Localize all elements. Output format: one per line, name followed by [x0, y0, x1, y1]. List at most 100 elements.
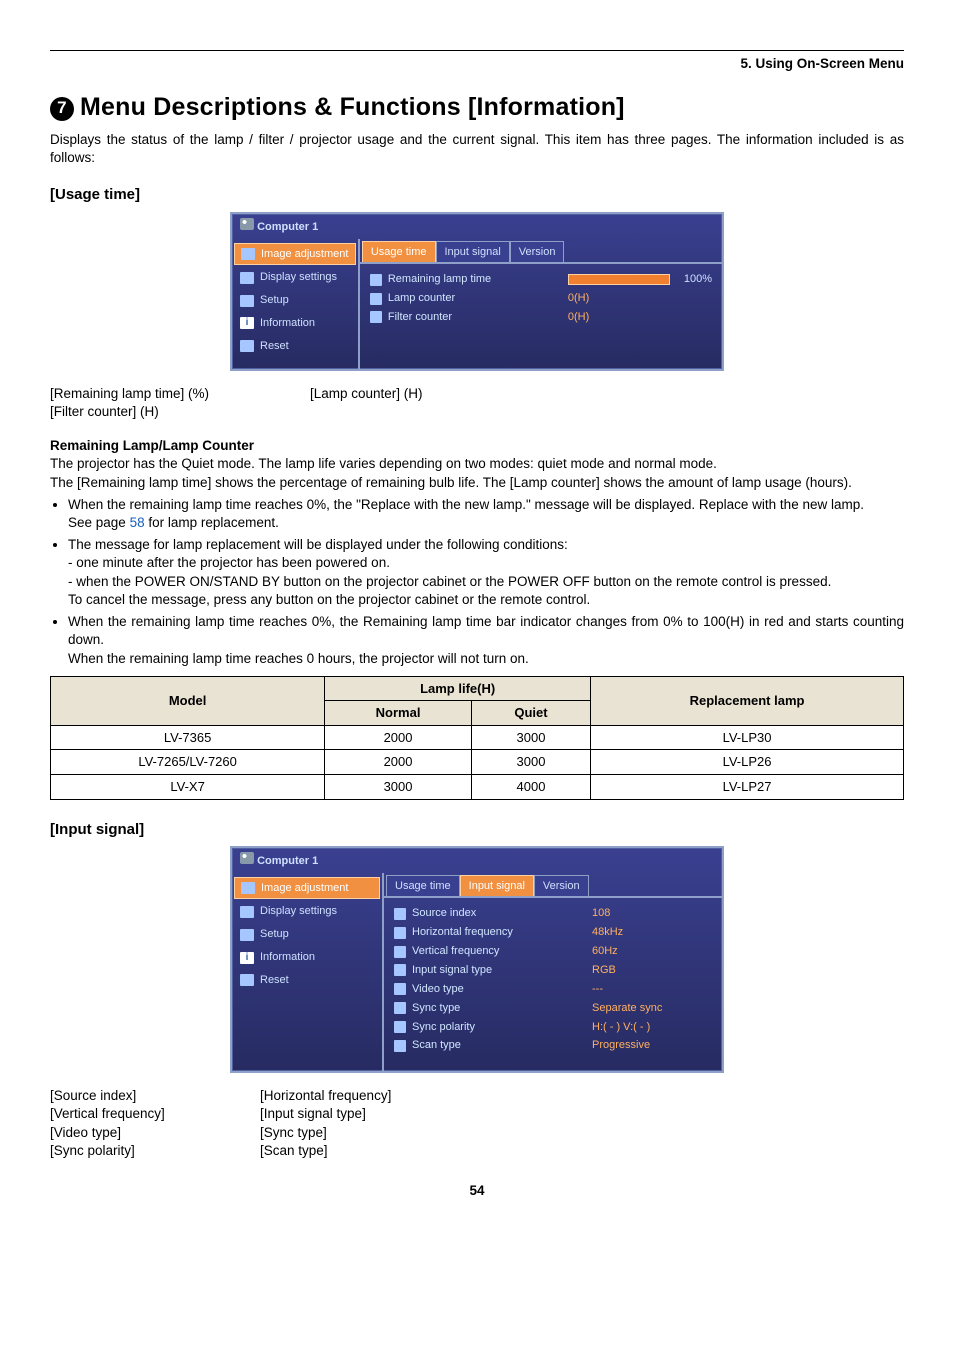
sidebar-item-setup[interactable]: Setup [234, 924, 380, 945]
p1: The projector has the Quiet mode. The la… [50, 455, 904, 473]
lbl-scantype: [Scan type] [260, 1142, 391, 1160]
lbl-videotype: [Video type] [50, 1124, 260, 1142]
gear-icon [240, 929, 254, 941]
label-filter-counter: [Filter counter] (H) [50, 403, 310, 421]
page-number: 54 [50, 1182, 904, 1200]
tab-input-signal[interactable]: Input signal [436, 241, 510, 263]
lamp-table: Model Lamp life(H) Replacement lamp Norm… [50, 676, 904, 800]
table-row: LV-7365 2000 3000 LV-LP30 [51, 725, 904, 750]
label-lamp-counter: [Lamp counter] (H) [310, 385, 423, 403]
filter-icon [370, 311, 382, 323]
row-synctype: Sync typeSeparate sync [394, 999, 712, 1018]
th-repl: Replacement lamp [591, 676, 904, 725]
row-hfreq: Horizontal frequency48kHz [394, 923, 712, 942]
lamp-time-pct: 100% [684, 272, 712, 287]
osd-title-2: Computer 1 [257, 855, 318, 867]
row-remaining-lamp: Remaining lamp time 100% [370, 270, 712, 289]
input-label-pairs: [Source index] [Vertical frequency] [Vid… [50, 1087, 904, 1160]
lbl-syncpol: [Sync polarity] [50, 1142, 260, 1160]
lamp-time-bar [568, 274, 670, 285]
page-title: 7Menu Descriptions & Functions [Informat… [50, 91, 904, 125]
scan-icon [394, 1040, 406, 1052]
row-vfreq: Vertical frequency60Hz [394, 942, 712, 961]
polarity-icon [394, 1021, 406, 1033]
page-link-58[interactable]: 58 [130, 515, 145, 530]
tab-input-signal[interactable]: Input signal [460, 875, 534, 897]
computer-icon [240, 852, 254, 864]
video-icon [394, 983, 406, 995]
lbl-vfreq: [Vertical frequency] [50, 1105, 260, 1123]
sidebar-item-image-adjustment[interactable]: Image adjustment [234, 243, 356, 266]
osd-title: Computer 1 [257, 221, 318, 233]
osd-main-2: Usage time Input signal Version Source i… [384, 873, 722, 1072]
osd-rows-2: Source index108 Horizontal frequency48kH… [384, 898, 722, 1055]
tab-version[interactable]: Version [510, 241, 565, 263]
counter-icon [370, 293, 382, 305]
osd-tabs: Usage time Input signal Version [360, 239, 722, 265]
computer-icon [240, 218, 254, 230]
lbl-synctype: [Sync type] [260, 1124, 391, 1142]
page-title-text: Menu Descriptions & Functions [Informati… [80, 93, 625, 121]
sidebar-item-setup[interactable]: Setup [234, 290, 356, 311]
index-icon [394, 908, 406, 920]
sidebar-item-image-adjustment[interactable]: Image adjustment [234, 877, 380, 900]
info-icon: i [240, 317, 254, 329]
signal-icon [394, 964, 406, 976]
display-icon [240, 906, 254, 918]
lamp-icon [370, 274, 382, 286]
tab-usage-time[interactable]: Usage time [386, 875, 460, 897]
b3b: When the remaining lamp time reaches 0 h… [68, 650, 904, 668]
osd-main: Usage time Input signal Version Remainin… [360, 239, 722, 369]
remaining-lamp-heading: Remaining Lamp/Lamp Counter [50, 437, 904, 455]
bullet-2: The message for lamp replacement will be… [68, 536, 904, 609]
lbl-source-index: [Source index] [50, 1087, 260, 1105]
lbl-sigtype: [Input signal type] [260, 1105, 391, 1123]
row-source-index: Source index108 [394, 904, 712, 923]
th-model: Model [51, 676, 325, 725]
sidebar-item-display-settings[interactable]: Display settings [234, 901, 380, 922]
row-scantype: Scan typeProgressive [394, 1036, 712, 1055]
label-remaining-lamp: [Remaining lamp time] (%) [50, 385, 310, 403]
reset-icon [240, 974, 254, 986]
row-lamp-counter: Lamp counter 0(H) [370, 289, 712, 308]
osd-tabs-2: Usage time Input signal Version [384, 873, 722, 899]
usage-heading: [Usage time] [50, 185, 904, 205]
sidebar-item-reset[interactable]: Reset [234, 336, 356, 357]
osd-input: Computer 1 Image adjustment Display sett… [230, 846, 724, 1073]
sidebar-item-information[interactable]: iInformation [234, 313, 356, 334]
osd-usage: Computer 1 Image adjustment Display sett… [230, 212, 724, 371]
header-rule [50, 50, 904, 51]
b2d: To cancel the message, press any button … [68, 591, 904, 609]
gear-icon [240, 295, 254, 307]
bullet-1-seepage: See page 58 for lamp replacement. [68, 514, 904, 532]
tab-version[interactable]: Version [534, 875, 589, 897]
th-normal: Normal [325, 701, 472, 726]
chapter-header: 5. Using On-Screen Menu [50, 55, 904, 73]
tab-usage-time[interactable]: Usage time [362, 241, 436, 263]
row-syncpol: Sync polarityH:( - ) V:( - ) [394, 1018, 712, 1037]
usage-label-pairs: [Remaining lamp time] (%) [Filter counte… [50, 385, 904, 421]
reset-icon [240, 340, 254, 352]
osd-sidebar-2: Image adjustment Display settings Setup … [232, 873, 384, 1072]
sidebar-item-display-settings[interactable]: Display settings [234, 267, 356, 288]
sidebar-item-reset[interactable]: Reset [234, 970, 380, 991]
display-icon [240, 272, 254, 284]
bullets: When the remaining lamp time reaches 0%,… [50, 496, 904, 668]
adjust-icon [241, 882, 255, 894]
lamp-counter-val: 0(H) [568, 291, 712, 306]
osd-titlebar-2: Computer 1 [232, 848, 722, 873]
p2: The [Remaining lamp time] shows the perc… [50, 474, 904, 492]
section-number-circle: 7 [50, 97, 74, 121]
sidebar-item-information[interactable]: iInformation [234, 947, 380, 968]
bullet-1: When the remaining lamp time reaches 0%,… [68, 496, 904, 532]
vfreq-icon [394, 946, 406, 958]
sync-icon [394, 1002, 406, 1014]
info-icon: i [240, 952, 254, 964]
osd-titlebar: Computer 1 [232, 214, 722, 239]
row-filter-counter: Filter counter 0(H) [370, 308, 712, 327]
filter-counter-val: 0(H) [568, 310, 712, 325]
osd-rows: Remaining lamp time 100% Lamp counter 0(… [360, 264, 722, 327]
osd-sidebar: Image adjustment Display settings Setup … [232, 239, 360, 369]
input-heading: [Input signal] [50, 820, 904, 840]
b2c: - when the POWER ON/STAND BY button on t… [68, 573, 904, 591]
